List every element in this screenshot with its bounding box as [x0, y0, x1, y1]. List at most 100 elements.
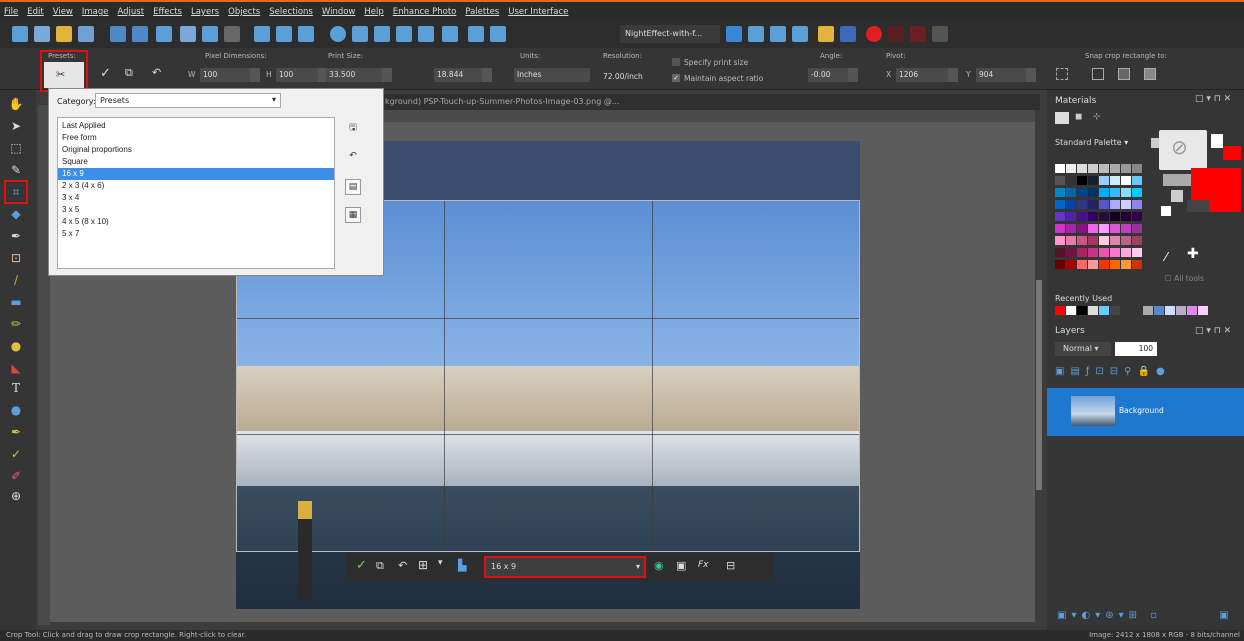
- pixel-height-field[interactable]: 100: [276, 68, 318, 82]
- smudge-tool-icon[interactable]: ●: [6, 338, 26, 354]
- menu-help[interactable]: Help: [364, 7, 383, 17]
- pixel-width-spinner[interactable]: [250, 68, 260, 82]
- menu-adjust[interactable]: Adjust: [118, 7, 145, 17]
- menu-selections[interactable]: Selections: [269, 7, 313, 17]
- grid-dropdown-icon[interactable]: ▾: [438, 558, 443, 568]
- layer-row-background[interactable]: Background: [1047, 388, 1244, 436]
- reset-icon[interactable]: ↶: [152, 66, 161, 79]
- preset-item[interactable]: 3 x 4: [58, 192, 334, 204]
- print-width-field[interactable]: 33.500: [326, 68, 382, 82]
- preset-item[interactable]: 4 x 5 (8 x 10): [58, 216, 334, 228]
- angle-spinner[interactable]: [848, 68, 858, 82]
- crop-grid-icon[interactable]: ⊞: [418, 558, 428, 572]
- save-script-icon[interactable]: [932, 26, 948, 42]
- run-script-icon[interactable]: [726, 26, 742, 42]
- script-select[interactable]: NightEffect-with-f...: [620, 25, 720, 43]
- layers-bottom-toolbar[interactable]: ▣▾◐▾⊛▾⊞ ▫ ▣: [1057, 610, 1237, 624]
- snap-merged-icon[interactable]: [1118, 68, 1130, 80]
- all-tools-label[interactable]: ☐ All tools: [1165, 274, 1204, 283]
- menu-effects[interactable]: Effects: [153, 7, 182, 17]
- resize-icon[interactable]: [254, 26, 270, 42]
- new-layer-icon[interactable]: [34, 26, 50, 42]
- browse-icon[interactable]: [78, 26, 94, 42]
- reset-preset-icon[interactable]: ↶: [345, 149, 361, 165]
- menu-edit[interactable]: Edit: [27, 7, 43, 17]
- specify-print-checkbox[interactable]: [672, 58, 680, 66]
- panel-controls-icon[interactable]: □ ▾ ⊓ ✕: [1195, 94, 1231, 104]
- add-swatch-icon[interactable]: ✚: [1187, 246, 1199, 262]
- menu-image[interactable]: Image: [82, 7, 109, 17]
- menu-file[interactable]: File: [4, 7, 18, 17]
- script-output-icon[interactable]: [792, 26, 808, 42]
- red-eye-tool-icon[interactable]: ✒: [6, 228, 26, 244]
- menu-layers[interactable]: Layers: [191, 7, 219, 17]
- print-width-spinner[interactable]: [382, 68, 392, 82]
- paint-brush-icon[interactable]: /: [6, 272, 26, 288]
- layer-toolbar-icons[interactable]: ▣▤ƒ⊡⊟⚲🔒●: [1055, 366, 1235, 380]
- import-preset-icon[interactable]: ▦: [345, 207, 361, 223]
- preset-item[interactable]: Free form: [58, 132, 334, 144]
- selection-tool-icon[interactable]: ⬚: [6, 140, 26, 156]
- preset-item[interactable]: Last Applied: [58, 120, 334, 132]
- blend-mode-select[interactable]: Normal ▾: [1055, 342, 1111, 356]
- undo-icon[interactable]: [202, 26, 218, 42]
- more-tools-icon[interactable]: ⊕: [6, 488, 26, 504]
- rainbow-tab-icon[interactable]: ◼: [1075, 112, 1087, 124]
- pan-tool-icon[interactable]: ✋: [6, 96, 26, 112]
- menu-window[interactable]: Window: [322, 7, 356, 17]
- eraser-tool-icon[interactable]: ▬: [6, 294, 26, 310]
- pivot-y-spinner[interactable]: [1026, 68, 1036, 82]
- foreground-swatch[interactable]: [1211, 134, 1223, 148]
- preset-item[interactable]: Square: [58, 156, 334, 168]
- menu-view[interactable]: View: [53, 7, 73, 17]
- recent-swatches[interactable]: [1055, 306, 1215, 316]
- info-icon[interactable]: [330, 26, 346, 42]
- angle-field[interactable]: -0.00: [808, 68, 848, 82]
- swatches-tab-icon[interactable]: ⊹: [1093, 112, 1105, 124]
- pause-icon[interactable]: [888, 26, 904, 42]
- pivot-y-field[interactable]: 904: [976, 68, 1026, 82]
- pen-tool-icon[interactable]: ✒: [6, 424, 26, 440]
- swap-colors-icon[interactable]: [1171, 190, 1183, 202]
- share-icon[interactable]: [156, 26, 172, 42]
- script-step-icon[interactable]: [748, 26, 764, 42]
- flood-fill-icon[interactable]: ◣: [6, 360, 26, 376]
- save-icon[interactable]: [110, 26, 126, 42]
- new-icon[interactable]: [12, 26, 28, 42]
- color-swatch-grid[interactable]: [1055, 164, 1151, 274]
- snap-icon[interactable]: ⊟: [726, 559, 735, 572]
- crop-preset-select[interactable]: 16 x 9 ▾: [484, 556, 646, 578]
- print-icon[interactable]: [180, 26, 196, 42]
- dropper-tool-icon[interactable]: ✎: [6, 162, 26, 178]
- menu-user-interface[interactable]: User Interface: [508, 7, 568, 17]
- fg-small-swatch[interactable]: [1161, 206, 1171, 216]
- no-material-icon[interactable]: ⊘: [1159, 130, 1207, 170]
- dropper-icon[interactable]: ⁄: [1165, 250, 1167, 264]
- palette-select[interactable]: Standard Palette ▾: [1055, 138, 1147, 152]
- background-swatch[interactable]: [1223, 146, 1241, 160]
- crop-new-image-icon[interactable]: ⧉: [376, 559, 384, 573]
- rotate-crop-icon[interactable]: ◉: [654, 559, 664, 572]
- menu-objects[interactable]: Objects: [228, 7, 260, 17]
- snap-selection-icon[interactable]: [1056, 68, 1068, 80]
- crop-reset-icon[interactable]: ↶: [398, 559, 407, 572]
- straighten-tool-icon[interactable]: ◆: [6, 206, 26, 222]
- preset-item[interactable]: 2 x 3 (4 x 6): [58, 180, 334, 192]
- script-edit-icon[interactable]: [770, 26, 786, 42]
- fx-button[interactable]: Fx: [698, 560, 709, 570]
- script-folder-icon[interactable]: [818, 26, 834, 42]
- preset-item[interactable]: 5 x 7: [58, 228, 334, 240]
- clone-tool-icon[interactable]: ⊡: [6, 250, 26, 266]
- delete-preset-icon[interactable]: ▤: [345, 179, 361, 195]
- rotate-left-icon[interactable]: [276, 26, 292, 42]
- pick-tool-icon[interactable]: ➤: [6, 118, 26, 134]
- opacity-field[interactable]: 100: [1115, 342, 1157, 356]
- crop-as-new-image-icon[interactable]: ⧉: [125, 66, 133, 80]
- full-screen-icon[interactable]: [442, 26, 458, 42]
- units-select[interactable]: Inches: [514, 68, 590, 82]
- open-icon[interactable]: [56, 26, 72, 42]
- layers-panel-controls-icon[interactable]: □ ▾ ⊓ ✕: [1195, 326, 1231, 336]
- view-grid-icon[interactable]: [352, 26, 368, 42]
- dodge-tool-icon[interactable]: ✏: [6, 316, 26, 332]
- frame-tab-icon[interactable]: [1055, 112, 1069, 124]
